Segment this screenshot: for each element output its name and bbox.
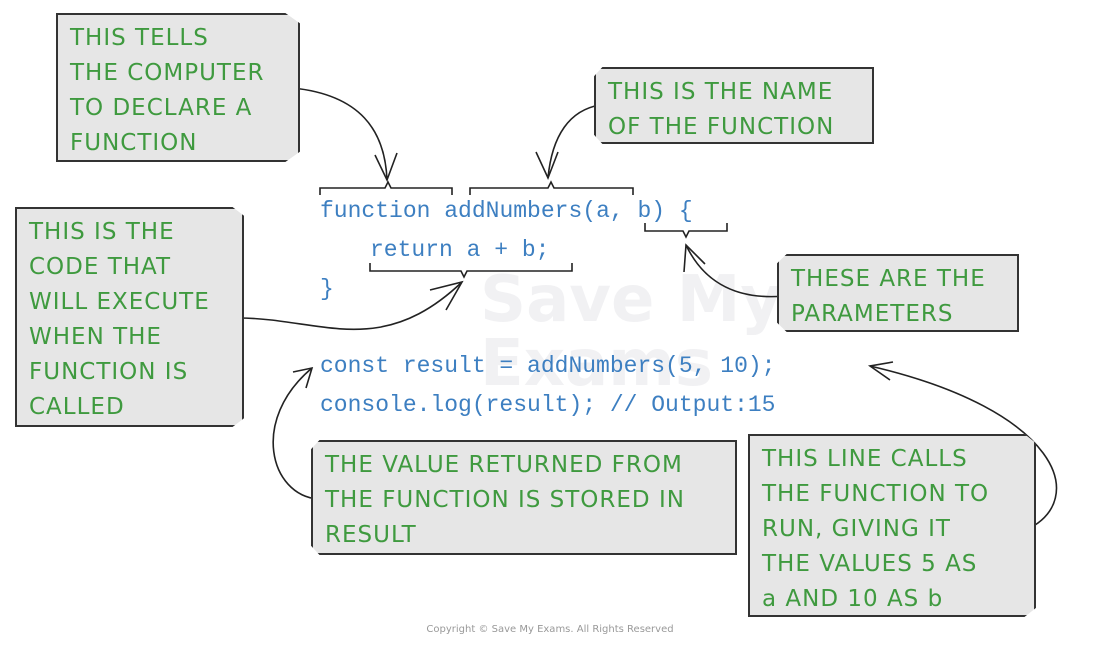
code-line-1: function addNumbers(a, b) { [320, 197, 693, 225]
annotation-params: THESE ARE THE PARAMETERS [777, 254, 1019, 332]
annotation-line: FUNCTION IS [29, 359, 189, 385]
arrow-declare [288, 84, 398, 183]
annotation-declare: THIS TELLS THE COMPUTER TO DECLARE A FUN… [56, 13, 300, 162]
code-line-3: } [320, 276, 334, 302]
annotation-line: WHEN THE [29, 324, 162, 350]
annotation-name: THIS IS THE NAME OF THE FUNCTION [594, 67, 874, 144]
annotation-body: THIS IS THE CODE THAT WILL EXECUTE WHEN … [15, 207, 244, 427]
code-line-2: return a + b; [370, 237, 550, 263]
annotation-line: OF THE FUNCTION [608, 114, 835, 140]
arrow-name [535, 101, 605, 181]
code-keyword: function [320, 198, 431, 224]
annotation-line: TO DECLARE A [70, 95, 253, 121]
annotation-line: THE VALUE RETURNED FROM [325, 452, 683, 478]
annotation-line: THESE ARE THE [791, 266, 986, 292]
brace-function-keyword [319, 180, 453, 195]
arrow-body [233, 280, 464, 331]
annotation-line: RUN, GIVING IT [762, 516, 951, 542]
annotation-line: THIS IS THE [29, 219, 175, 245]
annotation-line: THIS IS THE NAME [608, 79, 834, 105]
code-function-name: addNumbers [444, 198, 583, 224]
annotation-line: THE COMPUTER [70, 60, 265, 86]
code-parameters: (a, b) { [582, 198, 693, 224]
annotation-line: CALLED [29, 394, 125, 420]
brace-function-name [469, 180, 634, 195]
annotation-result: THE VALUE RETURNED FROM THE FUNCTION IS … [311, 440, 737, 555]
annotation-line: THE FUNCTION TO [762, 481, 990, 507]
annotation-line: PARAMETERS [791, 301, 954, 327]
brace-body [369, 263, 573, 279]
arrow-params [683, 243, 790, 300]
brace-parameters [644, 223, 728, 239]
annotation-line: THE VALUES 5 AS [762, 551, 978, 577]
annotation-line: THIS LINE CALLS [762, 446, 968, 472]
copyright: Copyright © Save My Exams. All Rights Re… [426, 624, 674, 635]
annotation-line: CODE THAT [29, 254, 172, 280]
annotation-line: WILL EXECUTE [29, 289, 210, 315]
annotation-call: THIS LINE CALLS THE FUNCTION TO RUN, GIV… [748, 434, 1036, 617]
annotation-line: THE FUNCTION IS STORED IN [325, 487, 685, 513]
annotation-line: THIS TELLS [70, 25, 209, 51]
code-line-4: const result = addNumbers(5, 10); [320, 353, 776, 379]
annotation-line: RESULT [325, 522, 417, 548]
annotation-line: FUNCTION [70, 130, 198, 156]
code-line-5: console.log(result); // Output:15 [320, 392, 776, 418]
annotation-line: a AND 10 AS b [762, 586, 944, 612]
